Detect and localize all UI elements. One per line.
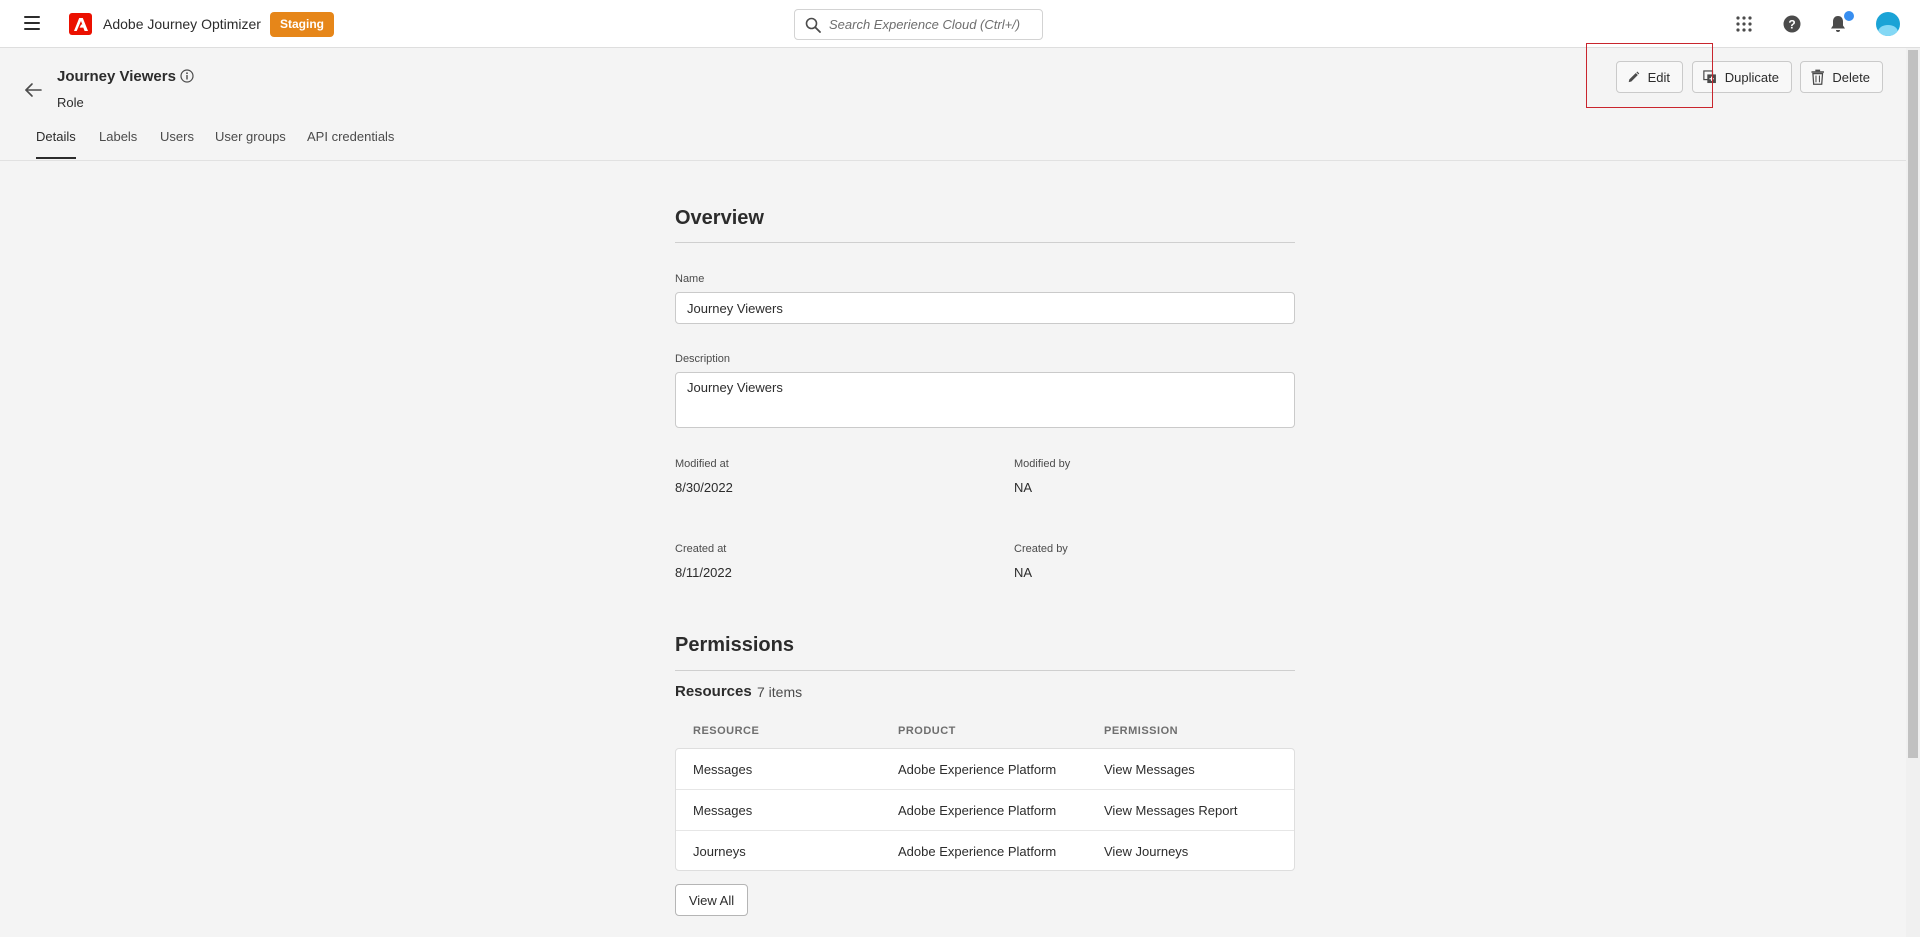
cell-resource: Messages bbox=[693, 762, 753, 777]
tab-bar: Details Labels Users User groups API cre… bbox=[0, 120, 1906, 161]
scrollbar-thumb[interactable] bbox=[1908, 50, 1918, 758]
delete-button-label: Delete bbox=[1832, 69, 1870, 85]
cell-permission: View Messages Report bbox=[1104, 803, 1238, 818]
search-input[interactable] bbox=[829, 10, 1034, 39]
created-at-label: Created at bbox=[675, 543, 727, 555]
overview-heading: Overview bbox=[675, 207, 764, 229]
hamburger-menu-icon[interactable] bbox=[24, 16, 40, 30]
created-at-value: 8/11/2022 bbox=[675, 565, 732, 580]
page-subtitle: Role bbox=[57, 95, 84, 110]
created-by-value: NA bbox=[1014, 565, 1033, 580]
view-all-button[interactable]: View All bbox=[675, 884, 748, 916]
table-row[interactable]: Messages Adobe Experience Platform View … bbox=[676, 749, 1294, 790]
cell-product: Adobe Experience Platform bbox=[898, 762, 1057, 777]
cell-resource: Journeys bbox=[693, 844, 746, 859]
search-box[interactable] bbox=[794, 9, 1043, 40]
edit-button-label: Edit bbox=[1647, 69, 1670, 85]
adobe-logo-icon[interactable] bbox=[69, 13, 92, 35]
back-arrow-icon[interactable] bbox=[23, 80, 43, 100]
duplicate-button-label: Duplicate bbox=[1724, 69, 1779, 85]
user-avatar[interactable] bbox=[1876, 12, 1900, 36]
duplicate-icon bbox=[1703, 70, 1716, 84]
page-title: Journey Viewers bbox=[57, 68, 176, 85]
cell-resource: Messages bbox=[693, 803, 753, 818]
environment-badge[interactable]: Staging bbox=[270, 12, 334, 37]
tab-api-credentials[interactable]: API credentials bbox=[307, 129, 394, 157]
notification-badge bbox=[1843, 10, 1855, 22]
top-bar: Adobe Journey Optimizer Staging ? bbox=[0, 0, 1920, 48]
cell-permission: View Messages bbox=[1104, 762, 1195, 777]
table-row[interactable]: Journeys Adobe Experience Platform View … bbox=[676, 831, 1294, 872]
cell-product: Adobe Experience Platform bbox=[898, 803, 1057, 818]
search-icon bbox=[805, 17, 821, 36]
tab-labels[interactable]: Labels bbox=[99, 129, 137, 157]
trash-icon bbox=[1811, 69, 1824, 85]
apps-grid-icon[interactable] bbox=[1732, 12, 1756, 36]
modified-at-label: Modified at bbox=[675, 458, 729, 470]
pencil-icon bbox=[1628, 71, 1640, 82]
created-by-label: Created by bbox=[1014, 543, 1068, 555]
svg-text:?: ? bbox=[1788, 18, 1795, 32]
permissions-heading: Permissions bbox=[675, 634, 794, 656]
cell-permission: View Journeys bbox=[1104, 844, 1189, 859]
description-field[interactable]: Journey Viewers bbox=[675, 372, 1295, 428]
delete-button[interactable]: Delete bbox=[1800, 61, 1883, 93]
name-label: Name bbox=[675, 273, 705, 285]
app-name[interactable]: Adobe Journey Optimizer bbox=[103, 16, 261, 32]
tab-user-groups[interactable]: User groups bbox=[215, 129, 286, 157]
column-header-permission[interactable]: PERMISSION bbox=[1104, 725, 1178, 737]
permissions-table: Messages Adobe Experience Platform View … bbox=[675, 748, 1295, 871]
resources-label: Resources bbox=[675, 683, 752, 700]
column-header-product[interactable]: PRODUCT bbox=[898, 725, 956, 737]
permissions-table-header: RESOURCE PRODUCT PERMISSION bbox=[675, 720, 1295, 748]
modified-by-label: Modified by bbox=[1014, 458, 1071, 470]
modified-at-value: 8/30/2022 bbox=[675, 480, 733, 495]
info-icon[interactable] bbox=[180, 69, 194, 83]
column-header-resource[interactable]: RESOURCE bbox=[693, 725, 759, 737]
description-label: Description bbox=[675, 353, 731, 365]
table-row[interactable]: Messages Adobe Experience Platform View … bbox=[676, 790, 1294, 831]
resources-count: 7 items bbox=[757, 684, 803, 700]
duplicate-button[interactable]: Duplicate bbox=[1692, 61, 1792, 93]
edit-button[interactable]: Edit bbox=[1616, 61, 1683, 93]
permissions-divider bbox=[675, 670, 1295, 671]
cell-product: Adobe Experience Platform bbox=[898, 844, 1057, 859]
modified-by-value: NA bbox=[1014, 480, 1033, 495]
help-icon[interactable]: ? bbox=[1780, 12, 1804, 36]
tab-details[interactable]: Details bbox=[36, 129, 76, 159]
tab-users[interactable]: Users bbox=[160, 129, 194, 157]
name-field[interactable] bbox=[675, 292, 1295, 324]
overview-divider bbox=[675, 242, 1295, 243]
